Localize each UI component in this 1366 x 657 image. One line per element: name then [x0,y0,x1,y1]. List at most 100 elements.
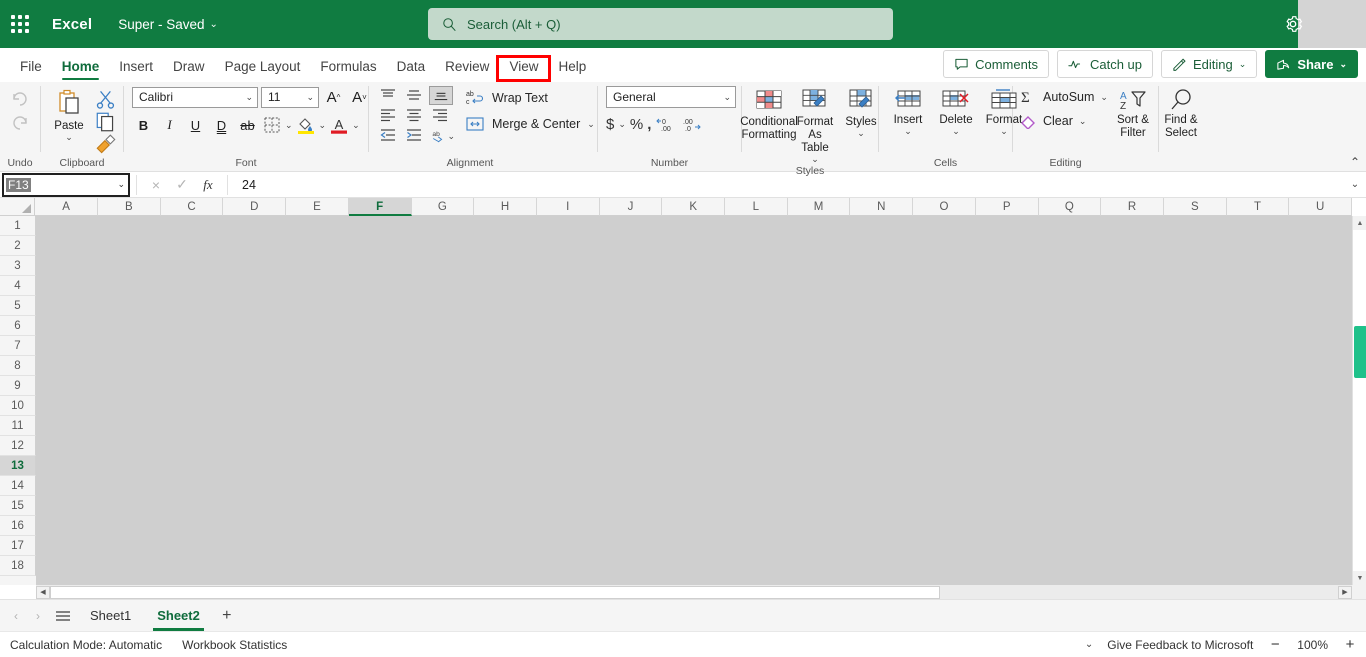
vertical-scroll-thumb[interactable] [1354,326,1366,378]
align-center-icon[interactable] [403,106,425,124]
double-underline-icon[interactable]: D [210,114,233,136]
row-header-6[interactable]: 6 [0,316,36,336]
chevron-down-icon[interactable]: ⌄ [1100,92,1108,103]
scroll-left-icon[interactable]: ◀ [36,585,50,599]
row-header-3[interactable]: 3 [0,256,36,276]
confirm-edit-icon[interactable]: ✓ [169,176,195,193]
insert-cells-button[interactable]: Insert ⌄ [885,86,931,137]
column-header-G[interactable]: G [411,198,475,216]
decrease-indent-icon[interactable] [377,126,399,144]
add-sheet-icon[interactable]: + [214,603,240,629]
sheet-tab-sheet2[interactable]: Sheet2 [145,601,212,631]
scroll-down-icon[interactable]: ▼ [1353,571,1366,585]
workbook-statistics-status[interactable]: Workbook Statistics [172,638,297,652]
font-color-icon[interactable]: A [329,115,349,135]
redo-icon[interactable] [10,114,30,132]
column-header-J[interactable]: J [599,198,663,216]
cancel-edit-icon[interactable]: × [143,177,169,193]
all-sheets-icon[interactable] [50,603,76,629]
chevron-down-icon[interactable]: ⌄ [352,120,360,131]
chevron-down-icon[interactable]: ⌄ [587,119,595,130]
scroll-up-icon[interactable]: ▲ [1353,216,1366,230]
row-header-12[interactable]: 12 [0,436,36,456]
zoom-in-button[interactable]: + [1342,636,1358,653]
row-header-5[interactable]: 5 [0,296,36,316]
tab-review[interactable]: Review [435,52,499,82]
cut-icon[interactable] [94,88,118,110]
column-header-E[interactable]: E [286,198,349,216]
grid-canvas[interactable] [36,216,1352,585]
tab-formulas[interactable]: Formulas [310,52,386,82]
column-header-K[interactable]: K [662,198,726,216]
font-family-select[interactable]: Calibri ⌄ [132,86,258,108]
chevron-down-icon[interactable]: ⌄ [285,120,293,131]
format-as-table-button[interactable]: Format As Table ⌄ [792,86,838,165]
column-header-L[interactable]: L [725,198,788,216]
align-right-icon[interactable] [429,106,451,124]
tab-page-layout[interactable]: Page Layout [215,52,311,82]
next-sheet-icon[interactable]: › [28,603,48,629]
find-select-button[interactable]: Find & Select [1158,86,1204,142]
chevron-down-icon[interactable]: ⌄ [1085,639,1093,650]
row-header-8[interactable]: 8 [0,356,36,376]
comments-button[interactable]: Comments [943,50,1049,78]
column-header-D[interactable]: D [223,198,287,216]
column-header-Q[interactable]: Q [1038,198,1102,216]
search-input[interactable]: Search (Alt + Q) [428,8,893,40]
cell-styles-button[interactable]: Styles ⌄ [838,86,884,139]
column-header-A[interactable]: A [35,198,98,216]
chevron-down-icon[interactable]: ⌄ [447,131,455,142]
vertical-scrollbar[interactable]: ▲ ▼ [1352,216,1366,585]
column-header-N[interactable]: N [850,198,914,216]
expand-formula-bar-icon[interactable]: ⌄ [1344,179,1366,190]
align-middle-icon[interactable] [403,86,425,104]
align-bottom-icon[interactable] [429,86,453,105]
tab-file[interactable]: File [10,52,52,82]
collapse-ribbon-icon[interactable]: ⌃ [1350,155,1360,169]
row-header-13[interactable]: 13 [0,456,36,476]
row-header-18[interactable]: 18 [0,556,36,576]
autosum-button[interactable]: Σ AutoSum ⌄ [1019,89,1108,105]
borders-icon[interactable] [262,116,282,134]
tab-draw[interactable]: Draw [163,52,215,82]
column-header-C[interactable]: C [160,198,224,216]
column-header-I[interactable]: I [536,198,600,216]
catch-up-button[interactable]: Catch up [1056,50,1154,78]
document-name[interactable]: Super - Saved ⌄ [118,17,218,32]
currency-icon[interactable]: $ [606,116,614,133]
grow-font-icon[interactable]: A ^ [322,86,345,108]
conditional-formatting-button[interactable]: Conditional Formatting [740,86,798,144]
tab-insert[interactable]: Insert [109,52,163,82]
editing-button[interactable]: Editing ⌄ [1161,50,1258,78]
undo-icon[interactable] [10,90,30,108]
number-format-select[interactable]: General ⌄ [606,86,736,108]
row-header-7[interactable]: 7 [0,336,36,356]
align-top-icon[interactable] [377,86,399,104]
calculation-mode-status[interactable]: Calculation Mode: Automatic [0,638,172,652]
select-all-corner[interactable] [0,198,36,216]
feedback-link[interactable]: Give Feedback to Microsoft [1107,638,1253,652]
chevron-down-icon[interactable]: ⌄ [319,120,327,131]
column-header-S[interactable]: S [1163,198,1227,216]
gear-icon[interactable] [1283,14,1303,34]
sheet-tab-sheet1[interactable]: Sheet1 [78,601,143,631]
tab-help[interactable]: Help [548,52,596,82]
tab-home[interactable]: Home [52,52,110,82]
delete-cells-button[interactable]: Delete ⌄ [933,86,979,137]
wrap-text-button[interactable]: ab c Wrap Text [465,89,595,107]
percent-icon[interactable]: % [630,116,643,133]
comma-style-icon[interactable]: , [647,116,651,133]
column-header-M[interactable]: M [787,198,851,216]
horizontal-scrollbar[interactable]: ◀ ▶ [36,585,1352,599]
row-header-2[interactable]: 2 [0,236,36,256]
horizontal-scroll-thumb[interactable] [50,585,940,599]
column-header-O[interactable]: O [913,198,976,216]
format-painter-icon[interactable] [94,134,118,156]
font-size-select[interactable]: 11 ⌄ [261,86,319,108]
previous-sheet-icon[interactable]: ‹ [6,603,26,629]
row-header-14[interactable]: 14 [0,476,36,496]
row-header-17[interactable]: 17 [0,536,36,556]
column-header-F[interactable]: F [348,198,412,216]
align-left-icon[interactable] [377,106,399,124]
column-header-R[interactable]: R [1101,198,1164,216]
